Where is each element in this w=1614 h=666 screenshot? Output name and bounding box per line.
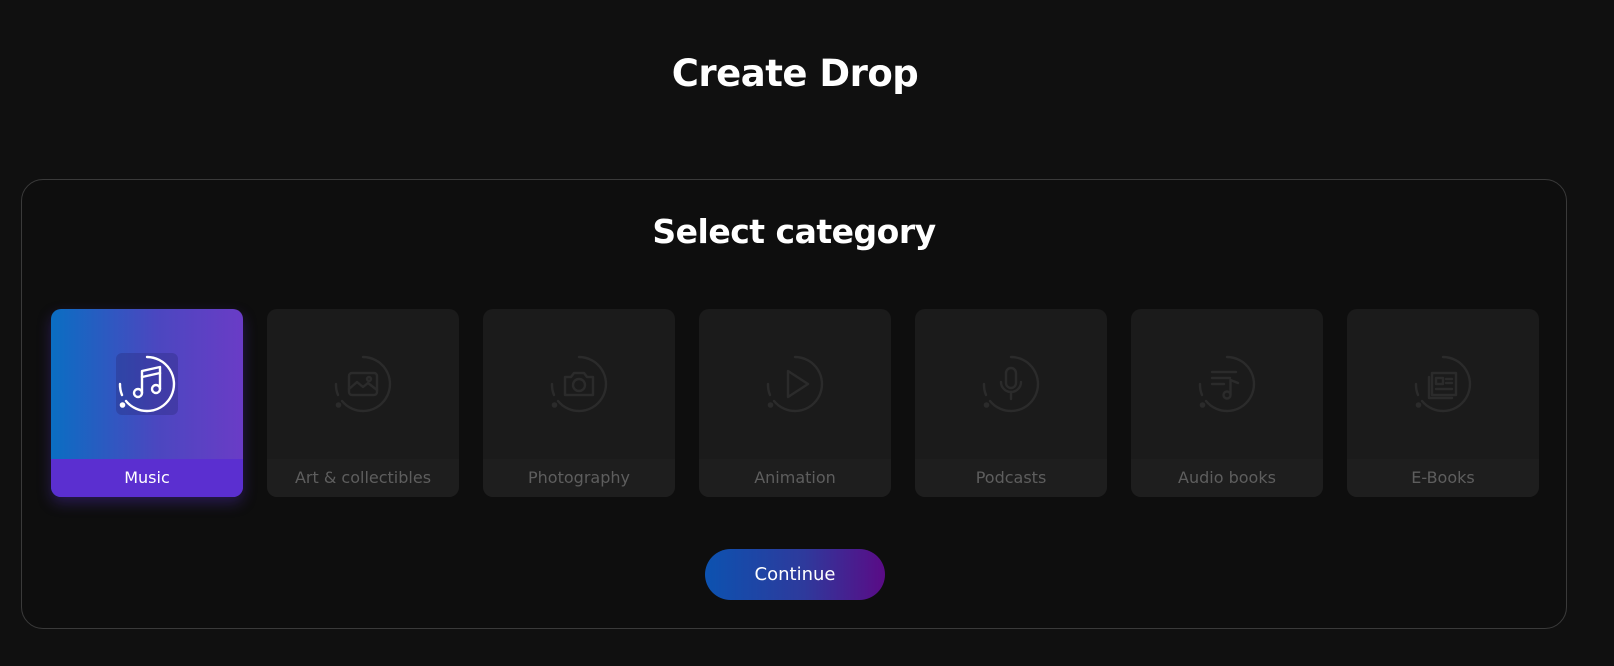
category-label: Photography [483,459,675,497]
microphone-icon [980,353,1042,415]
category-label: Audio books [1131,459,1323,497]
book-icon [1412,353,1474,415]
image-icon [332,353,394,415]
category-panel: Select category Music Art & collectibles… [21,179,1567,629]
category-label: Animation [699,459,891,497]
category-card-e-books[interactable]: E-Books [1347,309,1539,497]
category-card-art-collectibles[interactable]: Art & collectibles [267,309,459,497]
category-card-podcasts[interactable]: Podcasts [915,309,1107,497]
category-card-music[interactable]: Music [51,309,243,497]
category-card-animation[interactable]: Animation [699,309,891,497]
panel-title: Select category [652,212,936,251]
category-card-photography[interactable]: Photography [483,309,675,497]
category-label: Art & collectibles [267,459,459,497]
play-icon [764,353,826,415]
page-title: Create Drop [671,52,919,95]
category-card-audio-books[interactable]: Audio books [1131,309,1323,497]
music-note-icon [116,353,178,415]
category-label: Music [51,459,243,497]
category-label: Podcasts [915,459,1107,497]
camera-icon [548,353,610,415]
continue-button[interactable]: Continue [705,549,885,600]
category-list: Music Art & collectibles Photography Ani… [51,309,1539,497]
audio-list-icon [1196,353,1258,415]
category-label: E-Books [1347,459,1539,497]
